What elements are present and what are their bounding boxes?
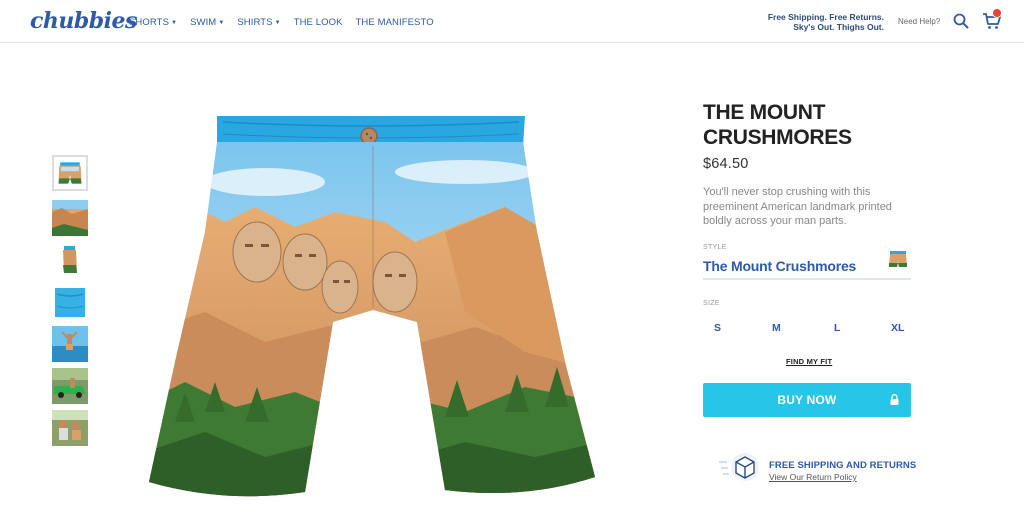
nav-label: SHORTS bbox=[129, 17, 170, 28]
nav-item-shorts[interactable]: SHORTS ▼ bbox=[129, 17, 177, 28]
need-help-link[interactable]: Need Help? bbox=[898, 17, 940, 26]
nav-item-the-look[interactable]: THE LOOK bbox=[294, 17, 343, 28]
size-option-s[interactable]: S bbox=[714, 322, 721, 334]
thumbnail-lifestyle-group[interactable] bbox=[52, 410, 88, 446]
thumbnail-closeup[interactable] bbox=[52, 200, 88, 236]
size-option-m[interactable]: M bbox=[772, 322, 781, 334]
thumbnail-side[interactable] bbox=[52, 242, 88, 278]
style-value: The Mount Crushmores bbox=[703, 258, 857, 274]
style-selector[interactable]: The Mount Crushmores bbox=[703, 251, 911, 280]
find-my-fit-link[interactable]: FIND MY FIT bbox=[786, 357, 832, 366]
chevron-down-icon: ▼ bbox=[274, 19, 281, 26]
promo-text: Free Shipping. Free Returns. Sky's Out. … bbox=[760, 12, 884, 32]
nav-label: SWIM bbox=[190, 17, 217, 28]
shorts-side-image bbox=[52, 242, 88, 278]
buy-now-label: BUY NOW bbox=[777, 393, 837, 407]
free-shipping-heading: FREE SHIPPING AND RETURNS bbox=[769, 460, 917, 471]
nav-item-the-manifesto[interactable]: THE MANIFESTO bbox=[356, 17, 434, 28]
chubbies-logo[interactable]: chubbies bbox=[30, 8, 137, 34]
nav-label: THE MANIFESTO bbox=[355, 17, 434, 28]
style-swatch-icon bbox=[889, 251, 907, 267]
size-label: SIZE bbox=[703, 300, 720, 307]
style-label: STYLE bbox=[703, 244, 727, 251]
buy-now-button[interactable]: BUY NOW bbox=[703, 383, 911, 417]
chevron-down-icon: ▼ bbox=[218, 19, 225, 26]
thumbnail-lifestyle-water[interactable] bbox=[52, 326, 88, 362]
thumbnail-waistband[interactable] bbox=[52, 284, 88, 320]
nav-item-swim[interactable]: SWIM ▼ bbox=[190, 17, 224, 28]
cart-badge bbox=[992, 8, 1002, 18]
promo-line-1: Free Shipping. Free Returns. bbox=[767, 12, 884, 22]
thumbnail-lifestyle-car[interactable] bbox=[52, 368, 88, 404]
shorts-thumbnail-image bbox=[54, 157, 86, 189]
shipping-box-icon bbox=[719, 453, 759, 481]
size-option-xl[interactable]: XL bbox=[891, 322, 904, 334]
thumbnail-front[interactable] bbox=[52, 155, 88, 191]
site-header: chubbies SHORTS ▼ SWIM ▼ SHIRTS ▼ THE LOOK … bbox=[0, 0, 1024, 43]
shorts-closeup-image bbox=[52, 200, 88, 236]
product-description: You'll never stop crushing with this pre… bbox=[703, 186, 892, 227]
promo-line-2: Sky's Out. Thighs Out. bbox=[793, 22, 884, 32]
size-option-l[interactable]: L bbox=[834, 322, 840, 334]
product-price: $64.50 bbox=[703, 156, 749, 172]
nav-label: SHIRTS bbox=[237, 17, 273, 28]
nav-label: THE LOOK bbox=[293, 17, 343, 28]
shorts-waistband-image bbox=[52, 284, 88, 320]
return-policy-link[interactable]: View Our Return Policy bbox=[769, 472, 857, 482]
product-title: THE MOUNT CRUSHMORES bbox=[703, 101, 852, 149]
lifestyle-car-image bbox=[52, 368, 88, 404]
nav-item-shirts[interactable]: SHIRTS ▼ bbox=[237, 17, 280, 28]
main-product-image[interactable] bbox=[145, 112, 600, 512]
search-icon[interactable] bbox=[953, 13, 969, 29]
lock-icon bbox=[890, 394, 899, 405]
main-nav: SHORTS ▼ SWIM ▼ SHIRTS ▼ THE LOOK THE MANIF… bbox=[129, 17, 447, 28]
lifestyle-water-image bbox=[52, 326, 88, 362]
size-options: S M L XL bbox=[703, 322, 911, 336]
lifestyle-group-image bbox=[52, 410, 88, 446]
chevron-down-icon: ▼ bbox=[171, 19, 178, 26]
